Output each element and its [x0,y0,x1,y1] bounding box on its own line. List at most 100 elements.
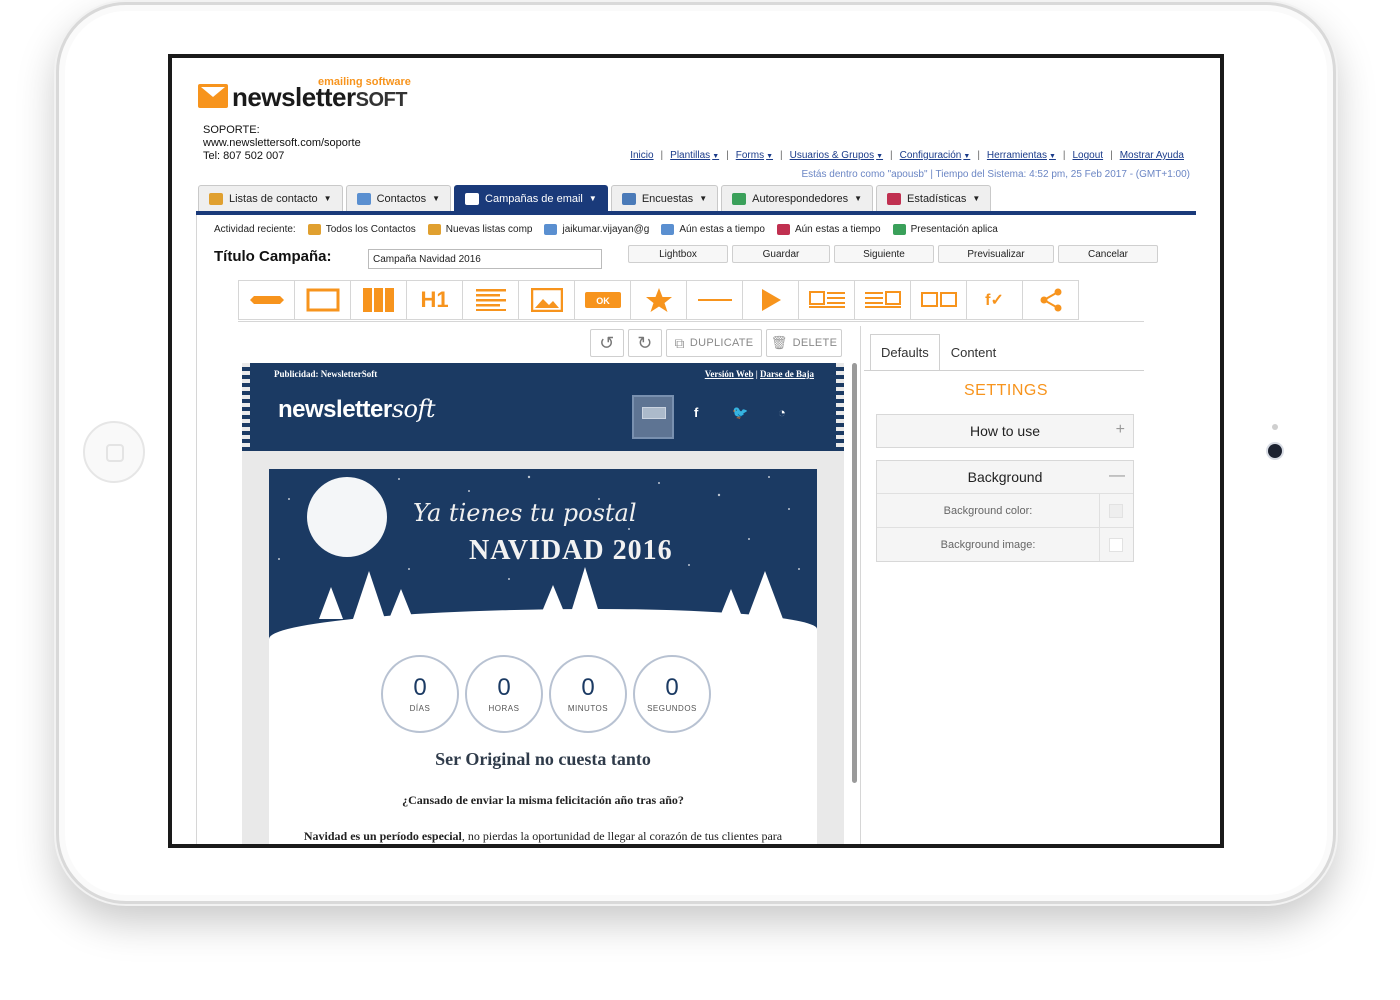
button-block-icon[interactable]: OK [575,281,631,319]
redo-button[interactable]: ↻ [628,329,662,357]
nav-inicio[interactable]: Inicio [630,150,653,161]
image-image-block-icon[interactable] [911,281,967,319]
activity-item[interactable]: Aún estas a tiempo [776,224,881,235]
email-preview[interactable]: Publicidad: NewsletterSoft Versión Web |… [242,363,844,844]
nav-herramientas[interactable]: Herramientas ▼ [987,150,1056,161]
tab-content[interactable]: Content [939,334,1008,370]
text-image-block-icon[interactable] [855,281,911,319]
chevron-down-icon: ▼ [699,194,708,203]
line-block-icon[interactable] [687,281,743,319]
h1-glyph: H1 [420,287,449,312]
h1-block-icon[interactable]: H1 [407,281,463,319]
email-body[interactable]: Ya tienes tu postal NAVIDAD 2016 0 DÍAS 0… [269,469,817,844]
facebook-icon[interactable]: f [694,405,698,420]
nav-configuracion[interactable]: Configuración ▼ [900,150,971,161]
email-paragraph[interactable]: Navidad es un período especial, no pierd… [269,829,817,844]
right-panel-tabs: Defaults Content [870,334,1008,370]
tab-defaults[interactable]: Defaults [870,334,940,370]
chevron-down-icon: ▼ [766,153,774,160]
cancelar-button[interactable]: Cancelar [1058,245,1158,263]
columns-block-icon[interactable] [351,281,407,319]
activity-item[interactable]: Todos los Contactos [307,224,416,235]
how-to-use-section[interactable]: How to use + [876,414,1134,448]
rss-icon[interactable]: ◔ [778,405,786,420]
background-color-picker[interactable] [1109,504,1123,518]
preview-scrollbar[interactable] [852,363,857,783]
image-placeholder-icon[interactable] [632,395,674,439]
logo-envelope-icon [198,84,228,108]
social-block-icon[interactable]: f✓ [967,281,1023,319]
delete-button[interactable]: 🗑 DELETE [766,329,842,357]
support-line: www.newslettersoft.com/soporte [203,137,361,149]
main-tabs: Listas de contacto ▼ Contactos ▼ Campañas … [198,185,992,211]
chevron-down-icon: ▼ [972,194,981,203]
minus-icon: — [1109,467,1125,484]
nav-separator: | [660,150,664,161]
how-to-use-header[interactable]: How to use + [877,415,1133,447]
banner-title: NAVIDAD 2016 [469,535,673,566]
content-left-border [196,215,197,844]
campaign-title-input[interactable] [368,249,602,269]
christmas-banner[interactable]: Ya tienes tu postal NAVIDAD 2016 [269,469,817,643]
unsubscribe-link[interactable]: Darse de Baja [760,369,814,379]
guardar-button[interactable]: Guardar [732,245,830,263]
tab-campanas-de-email[interactable]: Campañas de email ▼ [454,185,608,211]
email-heading[interactable]: Ser Original no cuesta tanto [269,749,817,770]
nav-forms-label: Forms [735,150,765,161]
tab-label: Encuestas [641,192,694,205]
background-image-label: Background image: [940,538,1036,551]
activity-item[interactable]: Nuevas listas comp [427,224,532,235]
lightbox-button[interactable]: Lightbox [628,245,728,263]
top-navigation: Inicio | Plantillas ▼ | Forms ▼ | Usuarios & … [630,150,1184,161]
nav-forms[interactable]: Forms ▼ [736,150,773,161]
divider-block-icon[interactable] [239,281,295,319]
nav-plantillas[interactable]: Plantillas ▼ [670,150,719,161]
undo-button[interactable]: ↺ [590,329,624,357]
duplicate-icon: ⧉ [674,334,685,351]
home-button[interactable] [83,421,145,483]
web-version-link[interactable]: Versión Web [705,369,754,379]
duplicate-button[interactable]: ⧉ DUPLICATE [666,329,762,357]
twitter-icon[interactable]: 🐦 [732,405,748,421]
share-block-icon[interactable] [1023,281,1079,319]
camera-icon [1268,444,1282,458]
tab-listas-de-contacto[interactable]: Listas de contacto ▼ [198,185,343,211]
activity-item[interactable]: Presentación aplica [892,224,998,235]
panel-divider [860,326,861,844]
text-block-icon[interactable] [463,281,519,319]
image-block-icon[interactable] [519,281,575,319]
star-block-icon[interactable] [631,281,687,319]
chevron-down-icon: ▼ [1048,153,1056,160]
tab-estadisticas[interactable]: Estadísticas ▼ [876,185,992,211]
nav-usuarios[interactable]: Usuarios & Grupos ▼ [790,150,883,161]
nav-mostrar-ayuda[interactable]: Mostrar Ayuda [1120,150,1184,161]
countdown-label: SEGUNDOS [647,703,697,713]
email-subheading[interactable]: ¿Cansado de enviar la misma felicitación… [269,793,817,808]
activity-item-label: Todos los Contactos [325,224,416,235]
background-header[interactable]: Background — [877,461,1133,493]
contact-list-icon [427,224,441,235]
nav-logout[interactable]: Logout [1073,150,1104,161]
countdown-label: DÍAS [409,703,431,713]
tab-autorespondedores[interactable]: Autorespondedores ▼ [721,185,874,211]
email-header[interactable]: Publicidad: NewsletterSoft Versión Web |… [242,363,844,451]
activity-item-label: Presentación aplica [910,224,998,235]
tab-contactos[interactable]: Contactos ▼ [345,185,452,211]
previsualizar-button[interactable]: Previsualizar [938,245,1054,263]
nav-separator: | [977,150,980,161]
box-block-icon[interactable] [295,281,351,319]
siguiente-button[interactable]: Siguiente [834,245,934,263]
countdown-value: 0 [413,673,427,701]
contact-list-icon [209,192,223,205]
activity-item[interactable]: jaikumar.vijayan@g [544,224,649,235]
video-block-icon[interactable] [743,281,799,319]
countdown-minutes: 0 MINUTOS [549,655,627,733]
activity-item[interactable]: Aún estas a tiempo [661,224,765,235]
background-image-picker[interactable] [1109,538,1123,552]
tab-encuestas[interactable]: Encuestas ▼ [610,185,719,211]
nav-usuarios-label: Usuarios & Grupos [789,150,875,161]
image-text-block-icon[interactable] [799,281,855,319]
contact-list-icon [307,224,321,235]
chevron-down-icon: ▼ [712,153,720,160]
campaign-actions: Lightbox Guardar Siguiente Previsualizar… [628,245,1158,263]
